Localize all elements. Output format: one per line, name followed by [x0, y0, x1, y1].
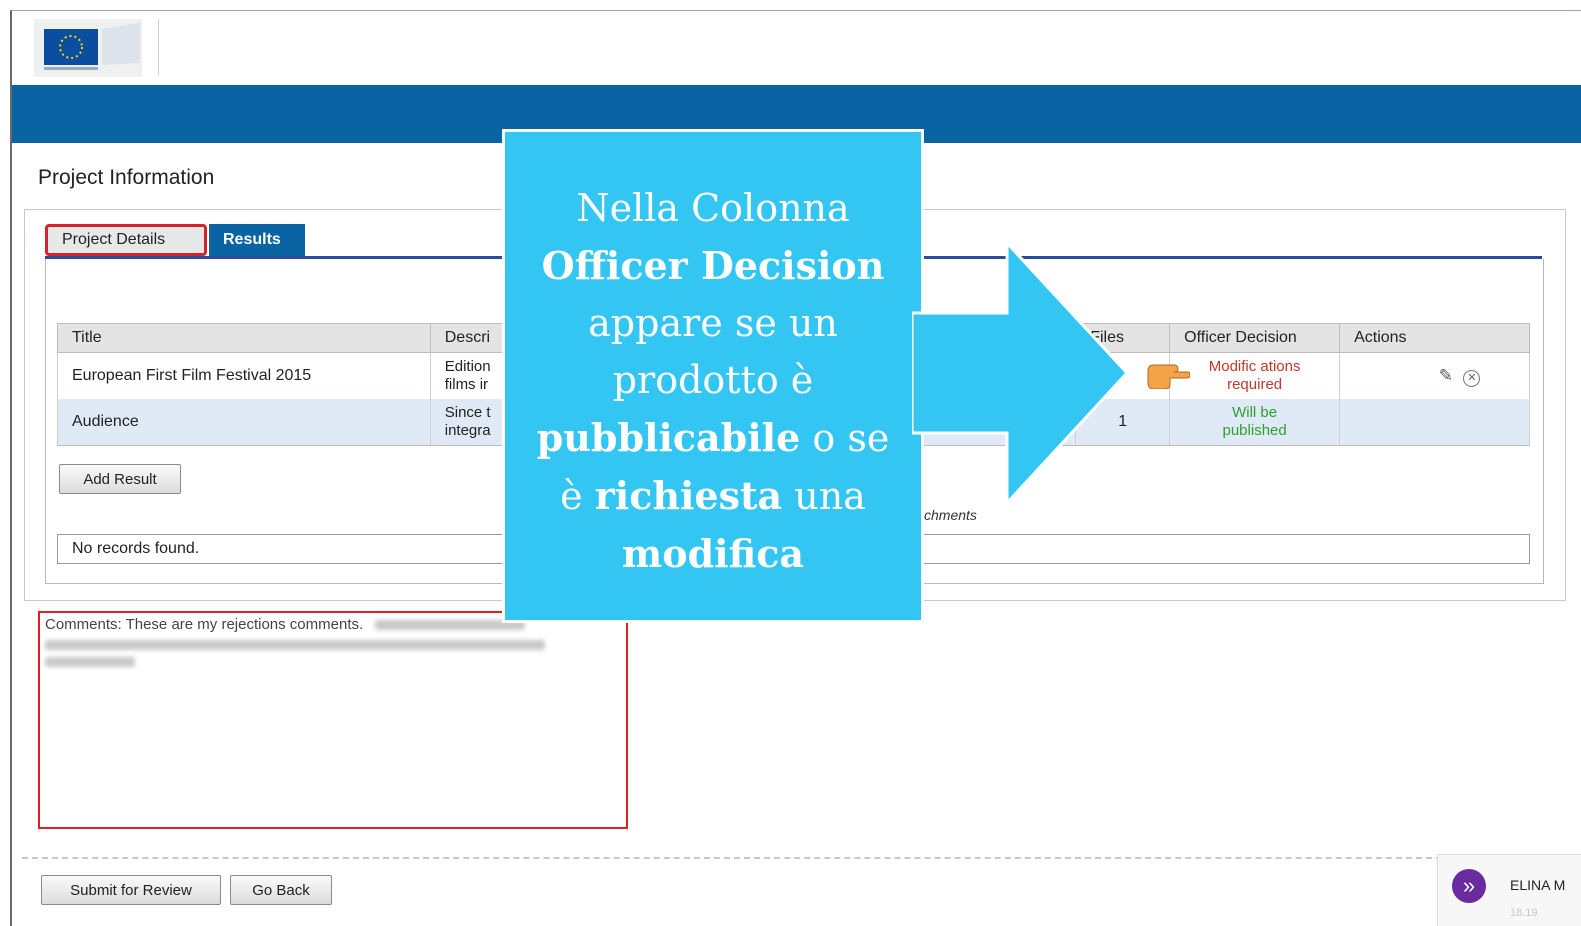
callout-line: Officer Decision: [505, 237, 921, 295]
callout-line: appare se un: [588, 301, 838, 345]
comments-text: Comments: These are my rejections commen…: [45, 616, 364, 633]
tab-results[interactable]: Results: [209, 224, 305, 256]
decision-line: Modific ations: [1208, 358, 1301, 375]
notification-name: ELINA M: [1510, 877, 1566, 893]
app-window: Project Information Project Details Resu…: [10, 10, 1581, 926]
header: [12, 11, 1581, 85]
callout-line: prodotto è: [612, 358, 814, 402]
result-title: Audience: [57, 399, 431, 446]
notification-time: 18.19: [1510, 907, 1538, 919]
add-result-button[interactable]: Add Result: [59, 464, 181, 494]
row-actions: [1339, 399, 1530, 446]
column-header-actions: Actions: [1339, 323, 1530, 353]
result-title: European First Film Festival 2015: [57, 352, 431, 399]
submit-for-review-button[interactable]: Submit for Review: [41, 875, 221, 905]
annotation-callout: Nella Colonna Officer Decision appare se…: [502, 129, 924, 623]
callout-emphasis: modifica: [622, 531, 804, 576]
callout-line: pubblicabile o se: [505, 409, 921, 467]
forward-icon: »: [1452, 869, 1486, 903]
tab-project-details[interactable]: Project Details: [45, 224, 207, 256]
row-actions: ✎ ✕: [1339, 352, 1530, 399]
callout-line: Nella Colonna: [576, 186, 850, 230]
eu-flag-icon[interactable]: [34, 19, 142, 77]
callout-text: o se: [800, 416, 890, 460]
callout-emphasis: richiesta: [594, 473, 783, 518]
comments-textarea[interactable]: Comments: These are my rejections commen…: [38, 611, 628, 829]
blurred-text: [45, 657, 135, 667]
callout-text: è: [560, 474, 595, 518]
chat-notification[interactable]: » ELINA M 18.19: [1437, 854, 1581, 926]
header-separator: [158, 19, 159, 75]
callout-text: una: [782, 474, 866, 518]
attachments-caption: chments: [924, 507, 977, 523]
callout-line: è richiesta una: [505, 467, 921, 525]
officer-decision: Will be published: [1169, 399, 1341, 446]
officer-decision: Modific ations required: [1147, 352, 1341, 399]
callout-emphasis: pubblicabile: [536, 415, 801, 460]
go-back-button[interactable]: Go Back: [230, 875, 332, 905]
column-header-title[interactable]: Title: [57, 323, 431, 353]
close-circle-icon[interactable]: ✕: [1463, 369, 1481, 387]
callout-arrow-icon: [912, 243, 1130, 503]
callout-line: modifica: [505, 525, 921, 583]
decision-line: published: [1222, 422, 1287, 439]
column-header-officer-decision[interactable]: Officer Decision: [1169, 323, 1341, 353]
blurred-text: [45, 640, 545, 650]
pencil-icon[interactable]: ✎: [1439, 366, 1453, 386]
page-title: Project Information: [38, 166, 215, 189]
divider: [22, 857, 1442, 859]
decision-line: Will be: [1232, 404, 1278, 421]
decision-line: required: [1227, 376, 1283, 393]
callout-emphasis: Officer Decision: [541, 243, 885, 288]
